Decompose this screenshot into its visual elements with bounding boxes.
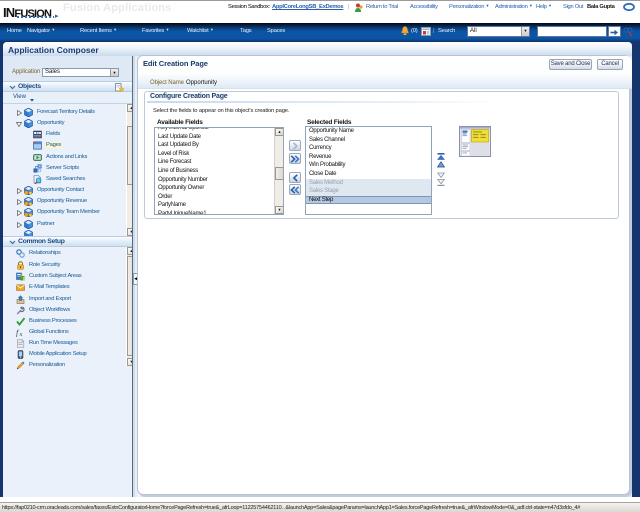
svg-text:x: x — [19, 332, 23, 337]
